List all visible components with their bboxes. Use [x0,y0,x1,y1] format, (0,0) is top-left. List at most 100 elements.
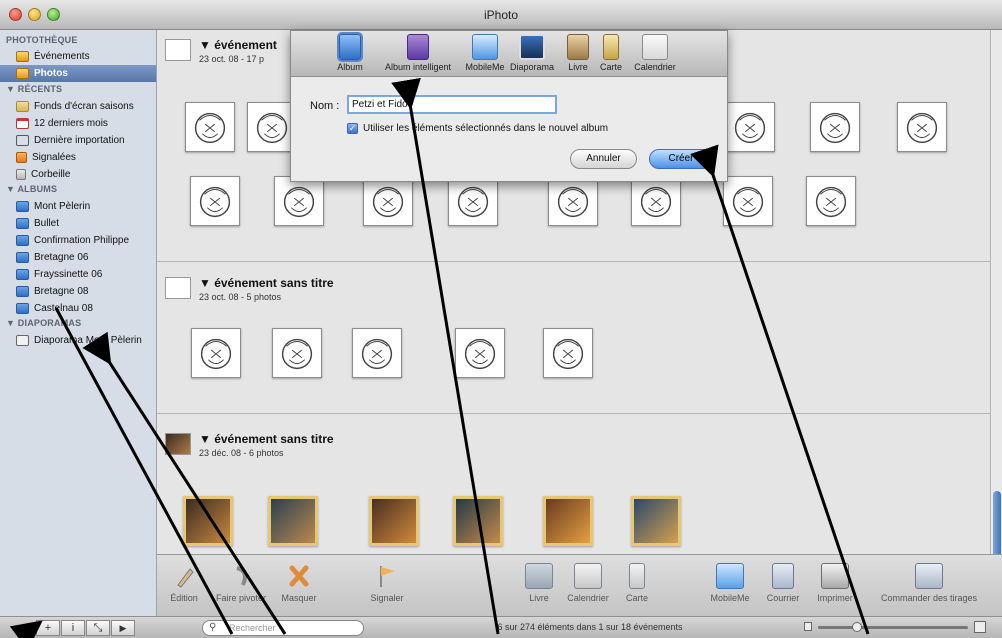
photo-thumbnail[interactable] [190,176,240,226]
rotate-icon [227,563,255,589]
type-book[interactable]: Livre [563,34,593,72]
photo-thumbnail[interactable] [455,328,505,378]
event-title[interactable]: ▼ événement [199,38,277,52]
photo-thumbnail[interactable] [363,176,413,226]
flag-button[interactable]: Signaler [365,563,409,603]
photo-thumbnail[interactable] [543,496,593,546]
event-key-photo[interactable] [165,277,191,299]
photo-thumbnail[interactable] [543,328,593,378]
photo-thumbnail[interactable] [272,328,322,378]
hide-button[interactable]: Masquer [279,563,319,603]
order-prints-button[interactable]: Commander des tirages [873,563,985,603]
window-title: iPhoto [483,8,519,22]
play-slideshow-button[interactable]: ▶ [111,620,135,636]
album-icon [16,218,29,229]
large-thumbnails-icon[interactable] [974,621,986,633]
event-key-photo[interactable] [165,39,191,61]
card-button[interactable]: Carte [619,563,655,603]
use-selected-checkbox[interactable]: ✓ [347,123,358,134]
smart-album-icon [407,34,429,60]
sidebar-item-season-wallpapers[interactable]: Fonds d'écran saisons [16,98,156,115]
event-title[interactable]: ▼ événement sans titre [199,432,334,446]
section-header-slideshows[interactable]: ▼ DIAPORAMAS [6,318,81,328]
small-thumbnails-icon[interactable] [804,622,812,631]
fullscreen-button[interactable]: ⤡ [86,620,110,636]
thumbnail-size-slider[interactable] [818,626,968,629]
sidebar-item-flagged[interactable]: Signalées [16,149,156,166]
photo-thumbnail[interactable] [352,328,402,378]
photo-thumbnail[interactable] [191,328,241,378]
sidebar-item-trash[interactable]: Corbeille [16,166,156,183]
album-icon [16,201,29,212]
album-icon [337,32,363,62]
photo-thumbnail[interactable] [548,176,598,226]
vertical-scrollbar[interactable] [990,30,1002,559]
sidebar-item-album-bretagne-08[interactable]: Bretagne 08 [16,283,156,300]
type-slideshow[interactable]: Diaporama [509,34,555,72]
photo-thumbnail[interactable] [185,102,235,152]
photo-thumbnail[interactable] [453,496,503,546]
photo-thumbnail[interactable] [631,496,681,546]
use-selected-label[interactable]: Utiliser les éléments sélectionnés dans … [363,123,608,134]
sidebar-item-last-import[interactable]: Dernière importation [16,132,156,149]
import-icon [16,135,29,146]
sidebar-item-slideshow-mont-pelerin[interactable]: Diaporama Mont Pèlerin [16,332,156,349]
photo-thumbnail[interactable] [897,102,947,152]
event-key-photo[interactable] [165,433,191,455]
book-button[interactable]: Livre [521,563,557,603]
event-separator [157,413,1002,414]
sidebar-item-last-12-months[interactable]: 12 derniers mois [16,115,156,132]
sidebar-item-album-bullet[interactable]: Bullet [16,215,156,232]
photo-thumbnail[interactable] [369,496,419,546]
sidebar-item-album-bretagne-06[interactable]: Bretagne 06 [16,249,156,266]
sidebar-item-album-frayssinette-06[interactable]: Frayssinette 06 [16,266,156,283]
cancel-button[interactable]: Annuler [570,149,637,169]
photo-thumbnail[interactable] [810,102,860,152]
flag-icon [373,563,401,589]
album-icon [16,303,29,314]
photo-thumbnail[interactable] [183,496,233,546]
section-header-recent[interactable]: ▼ RÉCENTS [6,84,62,94]
sidebar-item-events[interactable]: Événements [16,48,156,65]
type-card[interactable]: Carte [596,34,626,72]
add-button[interactable]: + [36,620,60,636]
thumbnail-size-slider-knob[interactable] [852,622,862,632]
photo-thumbnail[interactable] [806,176,856,226]
sidebar-item-album-mont-pelerin[interactable]: Mont Pèlerin [16,198,156,215]
photo-thumbnail[interactable] [448,176,498,226]
type-smart-album[interactable]: Album intelligent [375,34,461,72]
photo-thumbnail[interactable] [725,102,775,152]
photo-thumbnail[interactable] [268,496,318,546]
section-header-albums[interactable]: ▼ ALBUMS [6,184,57,194]
print-icon [821,563,849,589]
type-album[interactable]: Album [331,32,369,72]
card-icon [603,34,619,60]
hide-icon [285,563,313,589]
event-header: ▼ événement sans titre 23 oct. 08 - 5 ph… [165,276,334,302]
calendar-icon [642,34,668,60]
mail-button[interactable]: Courrier [761,563,805,603]
event-separator [157,261,1002,262]
mobileme-button[interactable]: MobileMe [705,563,755,603]
rotate-button[interactable]: Faire pivoter [213,563,269,603]
type-mobileme[interactable]: MobileMe [463,34,507,72]
album-name-input[interactable] [347,95,557,114]
photo-thumbnail[interactable] [274,176,324,226]
search-field[interactable]: ⚲ Rechercher [202,620,364,636]
photo-thumbnail[interactable] [723,176,773,226]
calendar-button[interactable]: Calendrier [563,563,613,603]
title-bar: iPhoto [0,0,1002,30]
edit-button[interactable]: Édition [167,563,201,603]
print-button[interactable]: Imprimer [810,563,860,603]
sidebar-item-album-confirmation-philippe[interactable]: Confirmation Philippe [16,232,156,249]
event-subtitle: 23 oct. 08 - 17 p [199,54,265,64]
info-button[interactable]: i [61,620,85,636]
sidebar-item-photos[interactable]: Photos [0,65,156,82]
event-title[interactable]: ▼ événement sans titre [199,276,334,290]
scrollbar-thumb[interactable] [993,491,1001,559]
pencil-icon [170,563,198,589]
photo-thumbnail[interactable] [631,176,681,226]
type-calendar[interactable]: Calendrier [629,34,681,72]
create-button[interactable]: Créer [649,149,713,169]
sidebar-item-album-castelnau-08[interactable]: Castelnau 08 [16,300,156,317]
